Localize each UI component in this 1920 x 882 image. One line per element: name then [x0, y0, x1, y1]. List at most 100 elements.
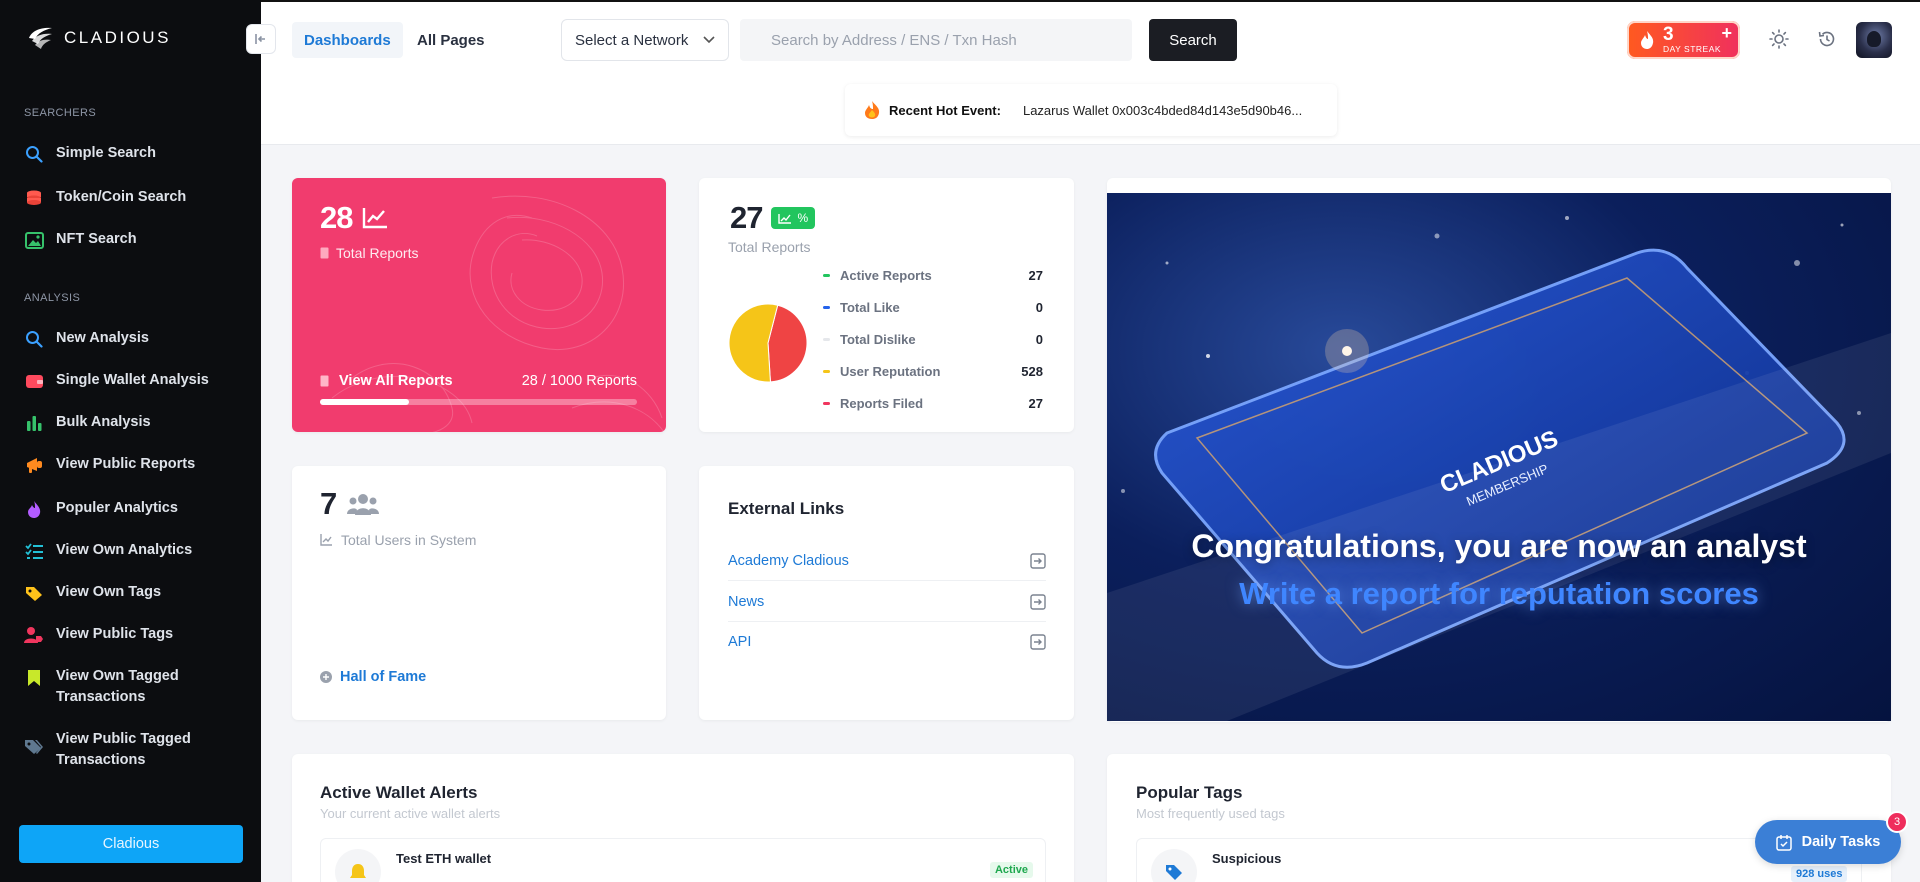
membership-banner[interactable]: CLADIOUS MEMBERSHIP Congratulations, you… — [1107, 193, 1891, 721]
nav-populer-analytics[interactable]: Populer Analytics — [24, 498, 244, 519]
hall-of-fame-link[interactable]: Hall of Fame — [320, 669, 426, 685]
sidebar-collapse-button[interactable] — [246, 24, 276, 54]
nav-view-public-reports[interactable]: View Public Reports — [24, 454, 244, 475]
nav-label: Single Wallet Analysis — [56, 372, 209, 388]
growth-badge-text: % — [797, 211, 809, 225]
nav-simple-search[interactable]: Simple Search — [24, 143, 244, 164]
tag-item[interactable]: Suspicious 928 uses — [1136, 838, 1862, 882]
nav-new-analysis[interactable]: New Analysis — [24, 328, 244, 349]
hot-event-label: Recent Hot Event: — [889, 102, 1001, 118]
legend-value: 0 — [1035, 332, 1043, 347]
banner-subtitle[interactable]: Write a report for reputation scores — [1107, 576, 1891, 612]
bell-icon — [350, 864, 366, 878]
hot-event-bar: Recent Hot Event: Lazarus Wallet 0x003c4… — [261, 76, 1920, 145]
legend-swatch — [823, 274, 830, 277]
streak-count: 3 — [1663, 24, 1674, 45]
stats-count: 27 — [730, 200, 763, 235]
total-users-card: 7 Total Users in System Hall of Fame — [292, 466, 666, 720]
network-select[interactable]: Select a Network — [561, 19, 729, 61]
nav-bulk-analysis[interactable]: Bulk Analysis — [24, 412, 244, 433]
recent-hot-event[interactable]: Recent Hot Event: Lazarus Wallet 0x003c4… — [845, 84, 1337, 136]
tags-icon — [24, 737, 44, 757]
external-link-icon — [1030, 593, 1046, 610]
legend-reports-filed: Reports Filed 27 — [823, 396, 1043, 411]
external-links-card: External Links Academy Cladious News API — [699, 466, 1074, 720]
top-header: Dashboards All Pages Select a Network Se… — [261, 0, 1920, 76]
legend-value: 27 — [1028, 268, 1043, 283]
legend-swatch — [823, 402, 830, 405]
line-chart-icon — [363, 208, 388, 229]
nav-label: View Public Tags — [56, 626, 174, 642]
nav-view-own-tags[interactable]: View Own Tags — [24, 582, 244, 603]
document-icon — [320, 375, 329, 387]
daily-tasks-button[interactable]: Daily Tasks — [1755, 820, 1901, 864]
nav-view-own-tagged-transactions[interactable]: View Own Tagged Transactions — [24, 666, 244, 708]
alert-status-badge: Active — [989, 862, 1033, 878]
user-avatar[interactable] — [1856, 22, 1892, 58]
bookmark-icon — [24, 668, 44, 688]
nav-label: Bulk Analysis — [56, 414, 151, 430]
wallet-icon — [24, 371, 44, 391]
trend-up-icon — [778, 213, 792, 224]
tab-dashboards[interactable]: Dashboards — [292, 22, 403, 58]
reports-progress-fill — [320, 399, 409, 405]
section-title-searchers: SEARCHERS — [24, 107, 97, 119]
plus-circle-icon — [320, 671, 332, 683]
legend-label: Total Like — [840, 300, 900, 315]
reports-progress-text: 28 / 1000 Reports — [521, 373, 637, 389]
nav-token-coin-search[interactable]: Token/Coin Search — [24, 187, 244, 208]
nav-view-public-tagged-transactions[interactable]: View Public Tagged Transactions — [24, 729, 244, 771]
search-input[interactable] — [740, 19, 1132, 61]
hot-event-value: Lazarus Wallet 0x003c4bded84d143e5d90b46… — [1022, 102, 1303, 118]
brand-logo[interactable]: CLADIOUS — [26, 24, 171, 52]
line-chart-icon — [320, 534, 332, 546]
total-reports-card: 28 Total Reports View All Reports 28 / 1… — [292, 178, 666, 432]
search-button[interactable]: Search — [1149, 19, 1237, 61]
nav-nft-search[interactable]: NFT Search — [24, 229, 244, 250]
tab-all-pages[interactable]: All Pages — [405, 22, 497, 58]
tag-icon — [1166, 865, 1182, 880]
link-api[interactable]: API — [728, 622, 1046, 662]
nav-view-public-tags[interactable]: View Public Tags — [24, 624, 244, 645]
external-link-icon — [1030, 634, 1046, 650]
link-label: News — [728, 593, 765, 610]
document-icon — [320, 247, 329, 259]
tags-icon — [24, 583, 44, 603]
section-title-analysis: ANALYSIS — [24, 292, 81, 304]
link-label: Academy Cladious — [728, 552, 849, 569]
link-academy-cladious[interactable]: Academy Cladious — [728, 541, 1046, 581]
history-button[interactable] — [1816, 28, 1838, 50]
fire-icon — [865, 101, 880, 119]
link-label: API — [728, 634, 752, 650]
nav-single-wallet-analysis[interactable]: Single Wallet Analysis — [24, 370, 244, 391]
cladious-button[interactable]: Cladious — [19, 825, 243, 863]
nav-label: NFT Search — [56, 231, 137, 247]
legend-label: Reports Filed — [840, 396, 924, 411]
nav-label: View Own Tags — [56, 584, 162, 600]
legend-value: 528 — [1021, 364, 1043, 379]
nav-label: New Analysis — [56, 330, 149, 346]
alert-item[interactable]: Test ETH wallet Active — [320, 838, 1046, 882]
view-all-reports-link[interactable]: View All Reports — [320, 373, 453, 389]
theme-toggle-button[interactable] — [1768, 28, 1790, 50]
streak-label: DAY STREAK — [1663, 44, 1722, 54]
hall-of-fame-label: Hall of Fame — [340, 669, 427, 685]
reports-stats-card: 27 % Total Reports Active Reports 27 Tota… — [699, 178, 1074, 432]
fire-icon — [1641, 31, 1654, 49]
alert-item-name: Test ETH wallet — [396, 851, 492, 866]
search-icon — [24, 144, 44, 164]
logo-mark-icon — [29, 27, 52, 49]
external-links-title: External Links — [728, 499, 845, 518]
nav-label: View Public Reports — [56, 456, 196, 472]
legend-user-reputation: User Reputation 528 — [823, 364, 1043, 379]
history-icon — [1818, 31, 1835, 47]
day-streak-badge[interactable]: 3 DAY STREAK + — [1627, 21, 1740, 59]
alerts-subtitle: Your current active wallet alerts — [320, 806, 501, 821]
daily-tasks-count-badge: 3 — [1886, 811, 1908, 833]
megaphone-icon — [24, 455, 44, 475]
nav-view-own-analytics[interactable]: View Own Analytics — [24, 540, 244, 561]
link-news[interactable]: News — [728, 582, 1046, 622]
popular-tags-title: Popular Tags — [1136, 783, 1243, 802]
nav-label: View Own Tagged Transactions — [56, 668, 179, 705]
fire-icon — [24, 499, 44, 519]
